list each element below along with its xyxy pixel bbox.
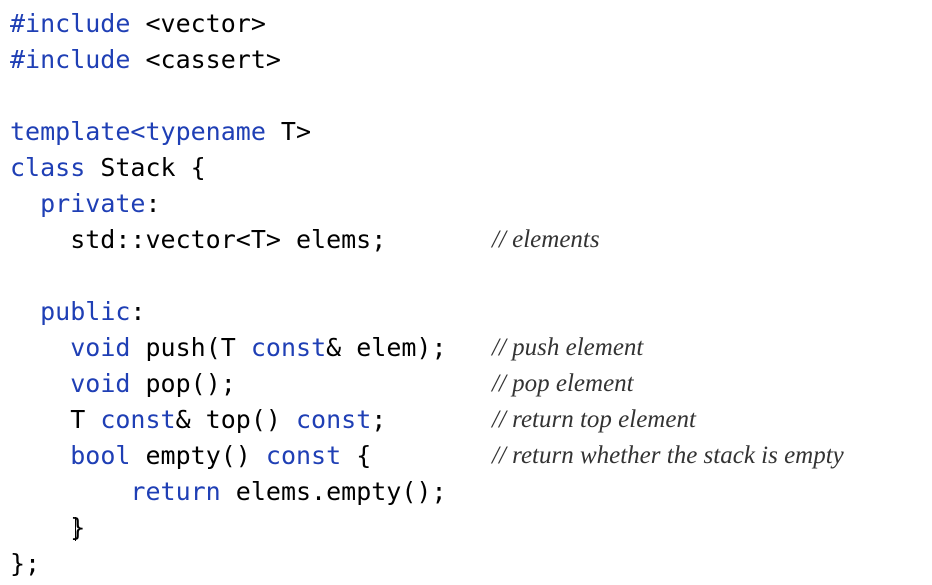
code-line: void pop(); — [10, 366, 236, 402]
code-line: bool empty() const { — [10, 438, 371, 474]
code-token: elems.empty(); — [220, 477, 447, 506]
code-comment: // return whether the stack is empty — [492, 442, 844, 469]
code-token: <vector> — [130, 9, 266, 38]
code-token: } — [10, 513, 86, 542]
code-keyword: #include — [10, 45, 131, 74]
code-token: : — [145, 189, 161, 218]
code-line: }; — [10, 546, 40, 582]
code-line: void push(T const& elem); — [10, 330, 447, 366]
code-keyword: const — [250, 333, 327, 362]
code-token: }; — [10, 549, 41, 578]
code-token: std::vector<T> elems; — [10, 225, 387, 254]
code-token: empty() — [130, 441, 266, 470]
code-token: pop(); — [130, 369, 236, 398]
code-token: { — [341, 441, 372, 470]
code-listing: #include <vector> #include <cassert> templ… — [0, 0, 932, 585]
code-keyword: const — [296, 405, 372, 434]
code-keyword: void — [70, 369, 131, 398]
code-line: template<typename T> — [10, 114, 311, 150]
code-token: & elem); — [326, 333, 447, 362]
code-token: push(T — [130, 333, 251, 362]
code-line: class Stack { — [10, 150, 206, 186]
code-token: Stack { — [85, 153, 206, 182]
code-keyword: private — [40, 189, 146, 218]
code-keyword: return — [130, 477, 221, 506]
code-keyword: const — [265, 441, 342, 470]
code-keyword: class — [10, 153, 86, 182]
code-line: public: — [10, 294, 145, 330]
code-keyword: public — [40, 297, 131, 326]
code-line: T const& top() const; — [10, 402, 386, 438]
code-token: & top() — [175, 405, 296, 434]
code-line: #include <cassert> — [10, 42, 281, 78]
code-line: std::vector<T> elems; — [10, 222, 386, 258]
code-keyword: #include — [10, 9, 131, 38]
code-token: ; — [371, 405, 387, 434]
code-token: T> — [265, 117, 312, 146]
code-token: : — [130, 297, 146, 326]
code-comment: // push element — [492, 334, 644, 361]
code-keyword: void — [70, 333, 131, 362]
code-line: return elems.empty(); — [10, 474, 447, 510]
code-keyword: bool — [70, 441, 131, 470]
code-keyword: const — [100, 405, 176, 434]
code-token: <cassert> — [130, 45, 281, 74]
code-token: T — [10, 405, 101, 434]
code-comment: // return top element — [492, 406, 696, 433]
code-line: #include <vector> — [10, 6, 266, 42]
code-comment: // pop element — [492, 370, 634, 397]
code-comment: // elements — [492, 226, 600, 253]
code-line: private: — [10, 186, 161, 222]
text-cursor — [75, 517, 77, 541]
code-line: } — [10, 510, 85, 546]
code-keyword: template<typename — [10, 117, 266, 146]
